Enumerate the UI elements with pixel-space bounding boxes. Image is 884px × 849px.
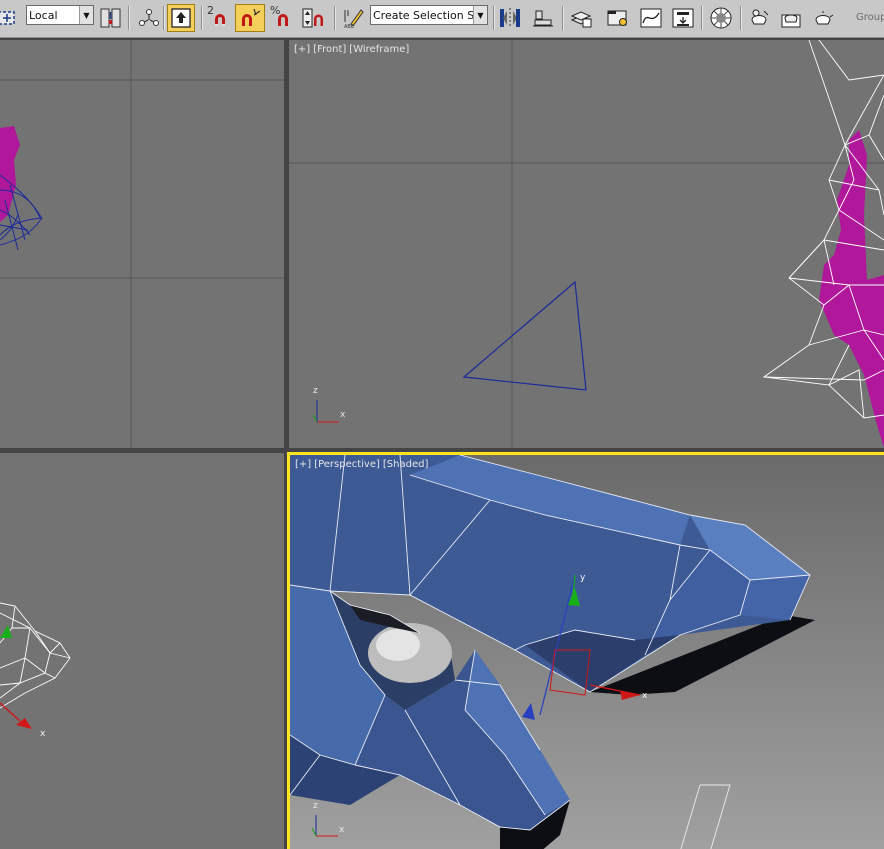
percent-snap-label: % bbox=[270, 4, 281, 17]
angle-snap-icon[interactable] bbox=[235, 4, 265, 32]
nose-front-face bbox=[740, 575, 810, 620]
snap-dimension-label: 2 bbox=[207, 4, 214, 17]
top-viewport-scene bbox=[0, 40, 284, 448]
left-viewport[interactable]: x bbox=[0, 453, 284, 849]
axis-z-label: z bbox=[313, 386, 318, 396]
magenta-mesh bbox=[0, 126, 20, 222]
select-and-manipulate-icon[interactable] bbox=[136, 4, 162, 32]
toolbar-separator bbox=[562, 6, 563, 30]
gizmo-y-label: y bbox=[580, 573, 586, 583]
viewport-grid bbox=[0, 40, 284, 448]
percent-snap-icon[interactable]: % bbox=[268, 4, 294, 32]
align-icon[interactable] bbox=[530, 4, 556, 32]
transform-gizmo[interactable] bbox=[0, 625, 32, 729]
axis-x-label: x bbox=[339, 825, 345, 835]
magenta-mesh bbox=[819, 130, 884, 448]
coordinate-center-icon[interactable] bbox=[98, 4, 124, 32]
curve-editor-icon[interactable] bbox=[638, 4, 664, 32]
blue-triangle-wireframe bbox=[462, 280, 587, 391]
left-viewport-scene bbox=[0, 602, 71, 729]
gizmo-x-label: x bbox=[642, 691, 648, 701]
viewport-label[interactable]: [+] [Front] [Wireframe] bbox=[294, 44, 412, 55]
keyboard-shortcut-override-icon[interactable] bbox=[167, 4, 195, 32]
max-app-window: Local ▼ 2 % ABC Create Selection Se ▼ Gr… bbox=[0, 0, 884, 849]
layer-manager-icon[interactable] bbox=[568, 4, 594, 32]
viewport-menu-plus[interactable]: [+] bbox=[295, 459, 311, 470]
group-label: Group bbox=[856, 12, 884, 23]
viewport-label[interactable]: [+] [Perspective] [Shaded] bbox=[295, 459, 431, 470]
toolbar-separator bbox=[493, 6, 494, 30]
snap-toggle-icon[interactable]: 2 bbox=[205, 4, 231, 32]
viewport-shading-label[interactable]: [Wireframe] bbox=[349, 44, 409, 55]
viewport-shading-label[interactable]: [Shaded] bbox=[383, 459, 428, 470]
top-viewport[interactable] bbox=[0, 40, 284, 448]
perspective-viewport[interactable]: y x z x [+] [Perspective] [Shaded] bbox=[287, 452, 884, 849]
white-wireframe-mesh bbox=[0, 602, 71, 709]
toolbar-separator bbox=[334, 6, 335, 30]
front-viewport-scene bbox=[289, 40, 884, 448]
toolbar-separator bbox=[740, 6, 741, 30]
viewport-grid bbox=[289, 40, 884, 448]
axis-z-label: z bbox=[313, 801, 318, 811]
select-region-icon[interactable] bbox=[0, 4, 20, 32]
viewport-menu-plus[interactable]: [+] bbox=[294, 44, 310, 55]
front-viewport[interactable]: z x [+] [Front] [Wireframe] bbox=[289, 40, 884, 448]
scene-explorer-icon[interactable] bbox=[605, 4, 631, 32]
perspective-viewport-scene bbox=[290, 455, 815, 849]
mirror-icon[interactable] bbox=[497, 4, 523, 32]
named-selection-set-value: Create Selection Se bbox=[373, 8, 481, 22]
rendered-frame-window-icon[interactable] bbox=[778, 4, 804, 32]
viewport-view-label[interactable]: [Perspective] bbox=[314, 459, 380, 470]
coordinate-system-value: Local bbox=[29, 8, 58, 22]
spinner-snap-icon[interactable] bbox=[300, 4, 326, 32]
svg-text:ABC: ABC bbox=[344, 24, 355, 30]
material-editor-icon[interactable] bbox=[708, 4, 734, 32]
named-selection-set-dropdown[interactable]: Create Selection Se ▼ bbox=[370, 5, 488, 25]
toolbar-separator bbox=[163, 6, 164, 30]
render-production-icon[interactable] bbox=[810, 4, 836, 32]
toolbar-separator bbox=[701, 6, 702, 30]
axis-tripod bbox=[312, 400, 339, 423]
axis-tripod bbox=[311, 815, 338, 837]
toolbar-separator bbox=[128, 6, 129, 30]
gizmo-x-label: x bbox=[40, 729, 46, 739]
chevron-down-icon: ▼ bbox=[473, 6, 487, 24]
viewport-view-label[interactable]: [Front] bbox=[313, 44, 346, 55]
render-setup-icon[interactable] bbox=[746, 4, 772, 32]
eyeball-highlight bbox=[376, 629, 420, 661]
main-toolbar: Local ▼ 2 % ABC Create Selection Se ▼ Gr… bbox=[0, 0, 884, 38]
edit-named-selection-icon[interactable]: ABC bbox=[340, 4, 366, 32]
reference-coordinate-system-dropdown[interactable]: Local ▼ bbox=[26, 5, 94, 25]
schematic-view-icon[interactable] bbox=[670, 4, 696, 32]
axis-x-label: x bbox=[340, 410, 346, 420]
toolbar-separator bbox=[201, 6, 202, 30]
chevron-down-icon: ▼ bbox=[79, 6, 93, 24]
